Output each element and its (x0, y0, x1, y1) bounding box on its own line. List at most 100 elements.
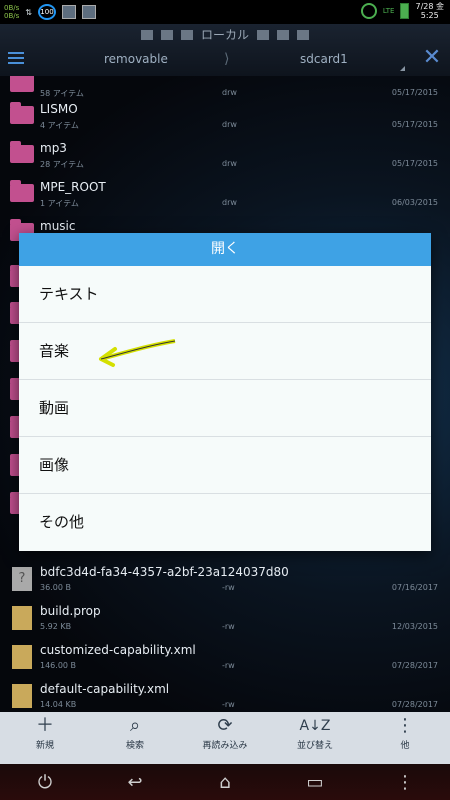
file-meta: 28 アイテム (40, 160, 84, 169)
status-bar: 0B/s 0B/s ⇅ 100 LTE 7/28 金 5:25 (0, 0, 450, 24)
file-perm: drw (222, 159, 237, 168)
more-label: 他 (400, 741, 410, 751)
search-label: 検索 (125, 741, 144, 751)
folder-icon (10, 180, 34, 202)
file-name: default-capability.xml (40, 682, 170, 696)
window-icon-2[interactable] (277, 29, 289, 40)
battery-icon (400, 3, 410, 19)
usb-icon: ⇅ (25, 7, 32, 17)
net-down: 0B/s (4, 12, 20, 20)
file-name: bdfc3d4d-fa34-4357-a2bf-23a124037d80 (40, 565, 289, 579)
power-icon[interactable]: ⏻ (0, 772, 90, 793)
app-header: ローカル removable ⟩ sdcard1 ✕ (0, 24, 450, 76)
unknown-file-icon: ? (12, 567, 32, 591)
notification-icon (61, 5, 76, 19)
time-text: 5:25 (420, 11, 439, 20)
list-item[interactable]: ? bdfc3d4d-fa34-4357-a2bf-23a124037d80 3… (0, 561, 450, 601)
file-meta: 1 アイテム (40, 199, 79, 208)
file-meta: 4 アイテム (40, 121, 79, 130)
plus-icon: ＋ (36, 715, 54, 736)
network-speed: 0B/s 0B/s (4, 4, 19, 20)
refresh-icon: ⟳ (217, 715, 233, 736)
home-nav-icon[interactable]: ⌂ (180, 772, 270, 793)
new-label: 新規 (35, 741, 54, 751)
file-name: MPE_ROOT (40, 180, 106, 194)
image-icon (81, 5, 96, 19)
breadcrumb-sdcard1[interactable]: sdcard1 (300, 52, 348, 66)
list-item[interactable]: mp3 28 アイテム drw 05/17/2015 (0, 137, 450, 177)
list-item[interactable]: MPE_ROOT 1 アイテム drw 06/03/2015 (0, 176, 450, 216)
menu-vert-icon[interactable]: ⋮ (360, 772, 450, 793)
net-up: 0B/s (4, 4, 20, 12)
option-label: 画像 (39, 456, 70, 474)
file-name: LISMO (40, 102, 78, 116)
list-item[interactable]: customized-capability.xml 146.00 B -rw 0… (0, 639, 450, 679)
window-icon-3[interactable] (297, 29, 309, 40)
text-file-icon (12, 684, 32, 708)
file-name: mp3 (40, 141, 67, 155)
option-other[interactable]: その他 (19, 494, 431, 551)
battery-percent-badge: 100 (37, 4, 56, 20)
file-perm: drw (222, 88, 237, 97)
option-label: テキスト (39, 285, 99, 303)
text-file-icon (12, 606, 32, 630)
dropdown-indicator-icon[interactable] (400, 66, 405, 71)
home-icon[interactable] (140, 29, 153, 40)
menu-icon[interactable] (8, 52, 24, 66)
folder-icon (10, 76, 34, 92)
alarm-icon (360, 3, 377, 19)
option-image[interactable]: 画像 (19, 437, 431, 494)
file-perm: -rw (222, 622, 235, 631)
file-meta: 14.04 KB (40, 700, 77, 709)
more-vert-icon: ⋮ (396, 715, 414, 736)
sort-button[interactable]: A↓Z 並び替え (270, 712, 360, 764)
file-date: 05/17/2015 (391, 88, 438, 97)
option-music[interactable]: 音楽 (19, 323, 431, 380)
file-name: music (40, 219, 76, 233)
file-perm: -rw (222, 700, 235, 709)
file-name: customized-capability.xml (40, 643, 196, 657)
file-name: build.prop (40, 604, 101, 618)
breadcrumb-removable[interactable]: removable (104, 52, 168, 66)
file-date: 07/28/2017 (391, 661, 438, 670)
dialog-title: 開く (19, 233, 431, 266)
more-button[interactable]: ⋮ 他 (360, 712, 450, 764)
sort-icon: A↓Z (299, 718, 331, 734)
recents-icon[interactable]: ▭ (270, 772, 360, 793)
new-button[interactable]: ＋ 新規 (0, 712, 90, 764)
storage-icon[interactable] (180, 29, 193, 40)
breadcrumb-separator: ⟩ (224, 51, 230, 67)
file-date: 05/17/2015 (391, 159, 438, 168)
option-text[interactable]: テキスト (19, 266, 431, 323)
bookmark-icon[interactable] (160, 29, 173, 40)
clock: 7/28 金 5:25 (415, 2, 444, 20)
sort-label: 並び替え (296, 741, 333, 751)
file-meta: 146.00 B (40, 661, 77, 670)
list-item[interactable]: default-capability.xml 14.04 KB -rw 07/2… (0, 678, 450, 712)
list-item[interactable]: LISMO 4 アイテム drw 05/17/2015 (0, 98, 450, 138)
window-icon[interactable] (257, 29, 269, 40)
folder-icon (10, 141, 34, 163)
location-tab[interactable]: ローカル (201, 26, 249, 43)
folder-icon (10, 102, 34, 124)
close-icon[interactable]: ✕ (422, 47, 442, 69)
file-perm: drw (222, 120, 237, 129)
option-label: 動画 (39, 399, 70, 417)
lte-indicator: LTE (382, 7, 395, 15)
file-meta: 5.92 KB (40, 622, 72, 631)
date-text: 7/28 金 (415, 2, 444, 11)
file-perm: -rw (222, 583, 235, 592)
option-video[interactable]: 動画 (19, 380, 431, 437)
reload-button[interactable]: ⟳ 再読み込み (180, 712, 270, 764)
reload-label: 再読み込み (202, 741, 248, 751)
list-item[interactable]: build.prop 5.92 KB -rw 12/03/2015 (0, 600, 450, 640)
bottom-toolbar: ＋ 新規 ⌕ 検索 ⟳ 再読み込み A↓Z 並び替え ⋮ 他 (0, 712, 450, 764)
file-meta: 36.00 B (40, 583, 71, 592)
file-perm: drw (222, 198, 237, 207)
search-button[interactable]: ⌕ 検索 (90, 712, 180, 764)
search-icon: ⌕ (129, 715, 141, 736)
file-date: 05/17/2015 (391, 120, 438, 129)
back-icon[interactable]: ↩ (90, 772, 180, 793)
file-date: 07/16/2017 (391, 583, 438, 592)
open-with-dialog: 開く テキスト 音楽 動画 画像 その他 (19, 233, 431, 551)
